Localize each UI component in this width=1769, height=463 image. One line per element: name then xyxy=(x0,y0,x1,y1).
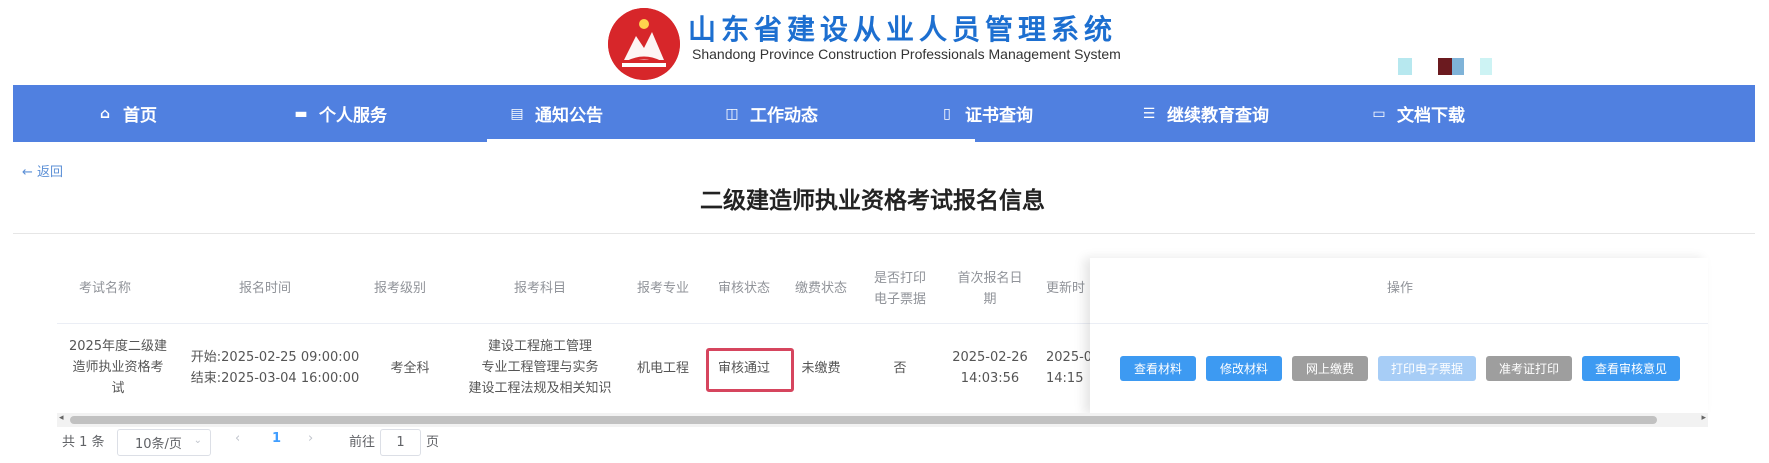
col-header-exam-name: 考试名称 xyxy=(78,281,131,296)
cell-first-reg-date: 2025-02-26 14:03:56 xyxy=(952,350,1028,386)
corner-decoration xyxy=(1452,58,1464,75)
prev-page-icon[interactable]: ‹ xyxy=(235,431,240,446)
site-header: 山东省建设从业人员管理系统 Shandong Province Construc… xyxy=(0,0,1769,85)
party-logo-icon xyxy=(608,8,680,80)
cell-level: 考全科 xyxy=(390,361,430,376)
nav-item-education-query[interactable]: ☰ 继续教育查询 xyxy=(1141,85,1269,142)
cell-payment-status: 未缴费 xyxy=(801,361,841,376)
corner-decoration xyxy=(1438,58,1452,75)
back-link[interactable]: ← 返回 xyxy=(22,161,63,180)
online-payment-button[interactable]: 网上缴费 xyxy=(1292,356,1368,381)
nav-item-notices[interactable]: ▤ 通知公告 xyxy=(509,85,603,142)
nav-active-indicator xyxy=(487,139,975,142)
list-icon: ☰ xyxy=(1142,105,1156,122)
scroll-right-icon[interactable]: ▸ xyxy=(1701,413,1706,423)
col-header-level: 报考级别 xyxy=(373,281,426,296)
pagination-total: 共 1 条 xyxy=(62,435,105,450)
page-size-select[interactable]: 10条/页 ⌄ xyxy=(117,429,211,456)
print-receipt-button[interactable]: 打印电子票据 xyxy=(1378,356,1476,381)
corner-decoration xyxy=(1398,58,1412,75)
cell-subjects: 建设工程施工管理 专业工程管理与实务 建设工程法规及相关知识 xyxy=(468,339,612,396)
view-materials-button[interactable]: 查看材料 xyxy=(1120,356,1196,381)
horizontal-scrollbar[interactable]: ◂ ▸ xyxy=(57,413,1708,427)
col-header-payment-status: 缴费状态 xyxy=(794,281,847,296)
divider xyxy=(13,233,1755,234)
nav-item-doc-download[interactable]: ▭ 文档下载 xyxy=(1371,85,1465,142)
folder-icon: ▭ xyxy=(1372,105,1386,122)
goto-page-input[interactable]: 1 xyxy=(380,429,421,456)
current-page-number[interactable]: 1 xyxy=(272,431,281,446)
corner-decoration xyxy=(1480,58,1492,75)
page-suffix-label: 页 xyxy=(426,435,440,450)
cell-reg-time: 开始:2025-02-25 09:00:00 结束:2025-03-04 16:… xyxy=(190,350,360,386)
col-header-update-time: 更新时 xyxy=(1046,281,1086,296)
scrollbar-thumb[interactable] xyxy=(70,416,1657,424)
ops-header-divider xyxy=(1090,323,1708,324)
certificate-icon: ▯ xyxy=(943,105,951,122)
col-header-print-receipt: 是否打印 电子票据 xyxy=(873,271,926,307)
cell-exam-name: 2025年度二级建 造师执业资格考 试 xyxy=(68,339,168,396)
review-status-highlight xyxy=(706,348,794,392)
nav-item-home[interactable]: ⌂ 首页 xyxy=(97,85,157,142)
col-header-operations: 操作 xyxy=(1386,281,1413,296)
chevron-down-icon: ⌄ xyxy=(193,435,202,446)
nav-item-certificate-query[interactable]: ▯ 证书查询 xyxy=(939,85,1033,142)
scroll-left-icon[interactable]: ◂ xyxy=(59,413,64,423)
nav-item-work-news[interactable]: ◫ 工作动态 xyxy=(724,85,818,142)
col-header-review-status: 审核状态 xyxy=(717,281,770,296)
goto-label: 前往 xyxy=(349,435,376,450)
system-subtitle: Shandong Province Construction Professio… xyxy=(692,46,1121,62)
col-header-first-reg-date: 首次报名日 期 xyxy=(957,271,1023,307)
cell-major: 机电工程 xyxy=(636,361,689,376)
book-icon: ◫ xyxy=(725,105,739,122)
col-header-subjects: 报考科目 xyxy=(513,281,566,296)
document-icon: ▤ xyxy=(510,105,524,122)
page-title: 二级建造师执业资格考试报名信息 xyxy=(700,188,1045,214)
main-nav xyxy=(13,85,1755,142)
col-header-major: 报考专业 xyxy=(636,281,689,296)
system-title: 山东省建设从业人员管理系统 xyxy=(688,13,1118,46)
print-admission-ticket-button[interactable]: 准考证打印 xyxy=(1486,356,1572,381)
cell-update-time: 2025-02 14:15 xyxy=(1046,350,1090,386)
ticket-icon: ▬ xyxy=(294,105,308,122)
home-icon: ⌂ xyxy=(99,105,111,122)
col-header-reg-time: 报名时间 xyxy=(238,281,291,296)
cell-print-receipt: 否 xyxy=(893,361,907,376)
next-page-icon[interactable]: › xyxy=(308,431,313,446)
view-review-opinion-button[interactable]: 查看审核意见 xyxy=(1582,356,1680,381)
nav-item-personal-service[interactable]: ▬ 个人服务 xyxy=(293,85,387,142)
edit-materials-button[interactable]: 修改材料 xyxy=(1206,356,1282,381)
arrow-left-icon: ← xyxy=(22,165,33,180)
